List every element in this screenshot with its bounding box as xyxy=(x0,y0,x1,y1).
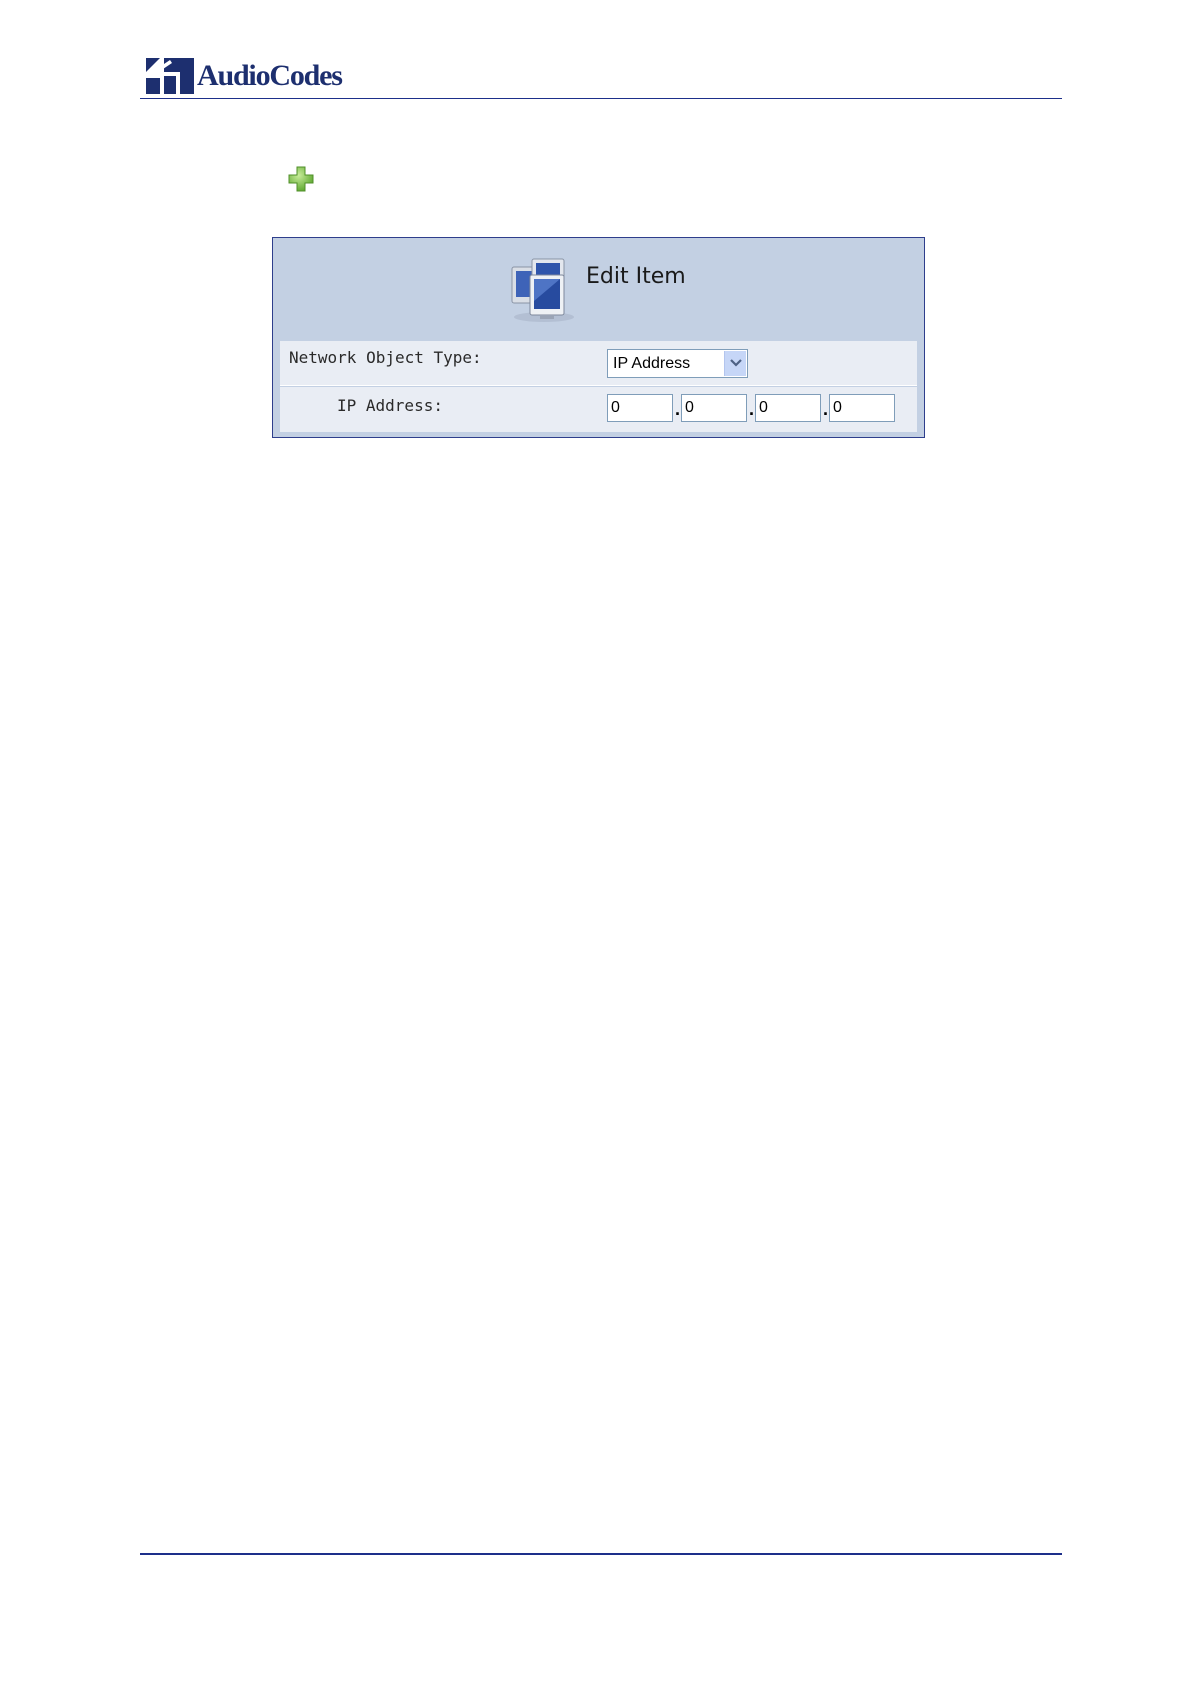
ip-separator: . xyxy=(749,399,755,419)
panel-header: Edit Item xyxy=(273,238,924,340)
edit-item-panel: Edit Item Network Object Type: IP Addres… xyxy=(272,237,925,438)
chevron-down-icon xyxy=(730,359,742,367)
network-computers-icon xyxy=(511,258,574,322)
ip-separator: . xyxy=(675,399,681,419)
panel-title: Edit Item xyxy=(586,264,686,289)
ip-octet-2-input[interactable]: 0 xyxy=(681,394,747,422)
brand-name: AudioCodes xyxy=(197,59,343,92)
ip-separator: . xyxy=(823,399,829,419)
ip-address-row: IP Address: 0 . 0 . 0 . 0 xyxy=(280,387,917,432)
audiocodes-logo-mark-icon xyxy=(146,58,194,94)
footer-rule xyxy=(140,1553,1062,1555)
network-object-type-label: Network Object Type: xyxy=(289,348,482,367)
dropdown-button[interactable] xyxy=(724,351,746,376)
audiocodes-logo: AudioCodes xyxy=(146,57,343,95)
ip-octet-4-input[interactable]: 0 xyxy=(829,394,895,422)
select-value: IP Address xyxy=(613,355,691,372)
header-rule xyxy=(140,98,1062,99)
network-object-type-select[interactable]: IP Address xyxy=(607,349,748,378)
ip-octet-3-input[interactable]: 0 xyxy=(755,394,821,422)
ip-octet-1-input[interactable]: 0 xyxy=(607,394,673,422)
ip-address-label: IP Address: xyxy=(337,396,443,415)
network-object-type-row: Network Object Type: IP Address xyxy=(280,341,917,386)
plus-icon[interactable] xyxy=(287,165,315,193)
